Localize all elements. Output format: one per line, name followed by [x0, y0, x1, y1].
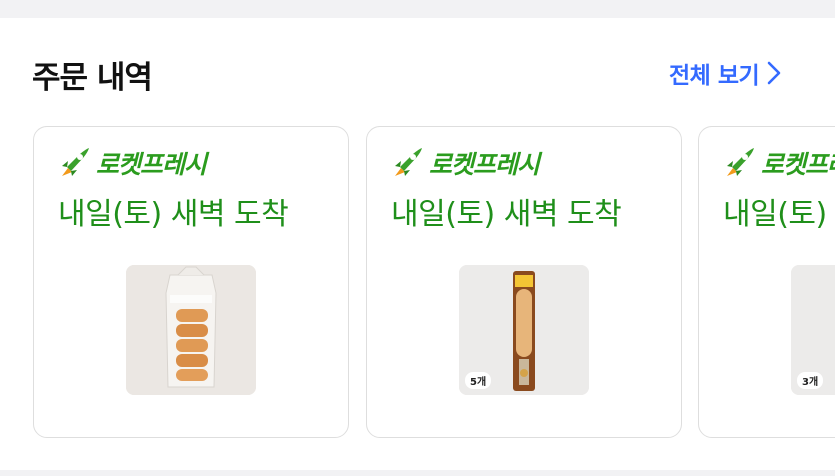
arrival-text: 내일(토) 새벽 도착	[723, 197, 835, 232]
quantity-tag: 3개	[797, 372, 824, 389]
rocket-fresh-badge: 로켓프레시	[721, 145, 835, 181]
order-card[interactable]: 로켓프레시 내일(토) 새벽 도착	[33, 126, 349, 438]
badge-label: 로켓프레시	[429, 150, 540, 179]
badge-label: 로켓프레시	[96, 150, 207, 179]
order-card[interactable]: 로켓프레시 내일(토) 새벽 도착 3개	[698, 126, 835, 438]
section-title: 주문 내역	[32, 60, 153, 96]
product-image: 3개	[791, 265, 835, 395]
order-history-section: 주문 내역 전체 보기 로켓프레시 내일(토) 새벽 도착 로켓프레시 내일(토…	[0, 18, 835, 470]
view-all-label: 전체 보기	[669, 63, 760, 89]
rocket-icon	[395, 148, 422, 176]
chevron-right-icon	[767, 61, 781, 85]
product-image	[126, 265, 256, 395]
rocket-icon	[62, 148, 89, 176]
product-image: 5개	[459, 265, 589, 395]
top-divider	[0, 0, 835, 18]
rocket-icon	[727, 148, 754, 176]
rocket-fresh-badge: 로켓프레시	[56, 145, 207, 181]
order-card[interactable]: 로켓프레시 내일(토) 새벽 도착 5개	[366, 126, 682, 438]
order-card-list: 로켓프레시 내일(토) 새벽 도착 로켓프레시 내일(토) 새벽 도착 5개 로…	[0, 126, 835, 438]
arrival-text: 내일(토) 새벽 도착	[391, 197, 622, 232]
rocket-fresh-badge: 로켓프레시	[389, 145, 540, 181]
badge-label: 로켓프레시	[761, 150, 835, 179]
arrival-text: 내일(토) 새벽 도착	[58, 197, 289, 232]
bottom-divider	[0, 470, 835, 476]
quantity-tag: 5개	[465, 372, 492, 389]
view-all-link[interactable]: 전체 보기	[669, 56, 783, 90]
bread-rolls-image	[126, 265, 256, 395]
